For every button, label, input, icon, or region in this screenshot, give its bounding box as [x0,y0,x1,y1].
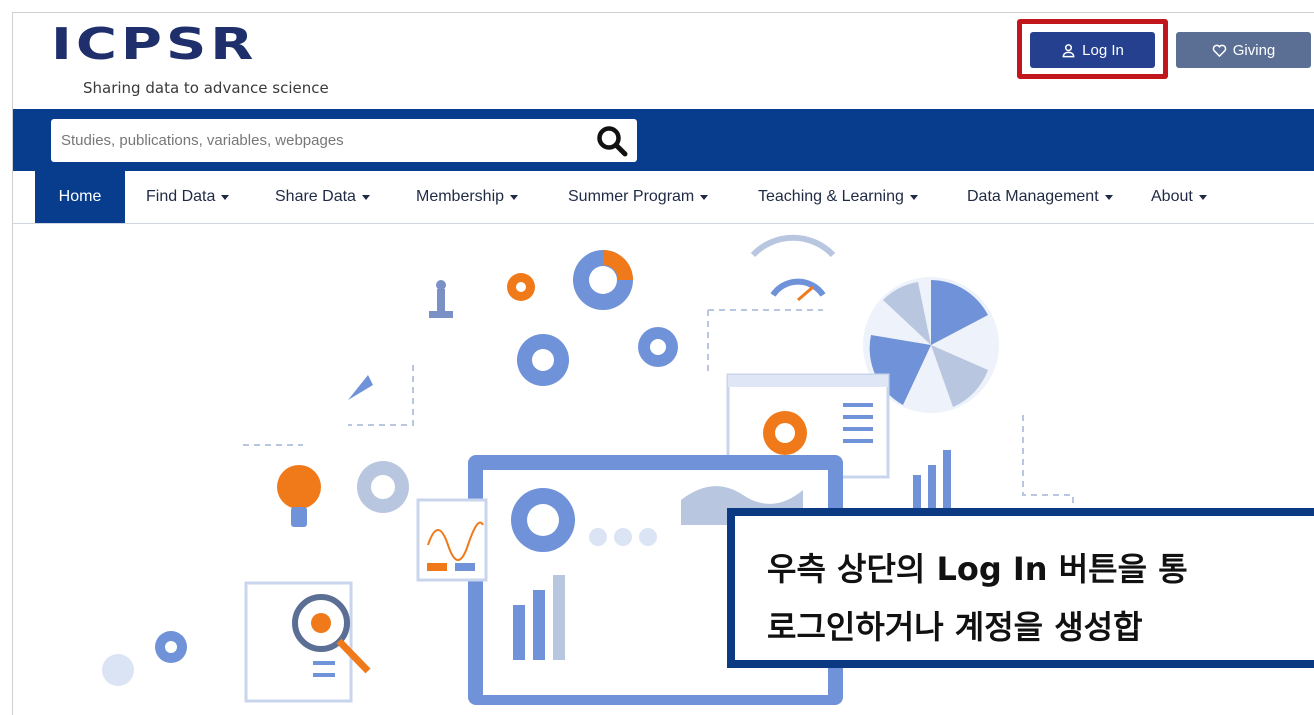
logo-wordmark: ICPSR [51,19,258,70]
lightbulb-icon [277,465,321,527]
nav-label: Find Data [146,188,216,205]
caret-down-icon [510,194,519,200]
nav-label: Home [58,188,102,205]
chess-pawn-icon [429,280,453,318]
nav-label: Summer Program [568,188,695,205]
search-input[interactable] [61,119,581,162]
wave-chart-card-icon [416,498,488,582]
caret-down-icon [1104,194,1113,200]
giving-button[interactable]: Giving [1176,32,1311,68]
gauge-icon [750,234,836,302]
caret-down-icon [221,194,230,200]
heart-icon [1212,44,1227,57]
nav-label: Teaching & Learning [758,188,904,205]
donut-chart-icon [573,250,633,310]
caret-down-icon [909,194,918,200]
nav-label: Data Management [967,188,1099,205]
login-button[interactable]: Log In [1030,32,1155,68]
nav-label: Share Data [275,188,356,205]
magnifier-card-icon [244,581,371,703]
nav-label: Membership [416,188,505,205]
caret-down-icon [1198,194,1207,200]
user-icon [1062,43,1075,57]
caret-down-icon [700,194,709,200]
nav-item-find-data[interactable]: Find Data [146,171,230,223]
nav-label: About [1151,188,1193,205]
login-label: Log In [1082,41,1124,59]
nav-item-home[interactable]: Home [35,171,125,223]
icpsr-logo[interactable]: ICPSR Sharing data to advance science [51,19,371,100]
nav-item-about[interactable]: About [1151,171,1207,223]
nav-item-share-data[interactable]: Share Data [275,171,370,223]
nav-item-membership[interactable]: Membership [416,171,519,223]
main-nav: Home Find Data Share Data Membership Sum… [13,171,1314,224]
caret-down-icon [361,194,370,200]
search-icon[interactable] [595,124,629,158]
orange-gear-icon [507,273,535,301]
search-box [51,119,637,162]
browser-viewport: ICPSR Sharing data to advance science Lo… [12,12,1314,715]
nav-item-summer-program[interactable]: Summer Program [568,171,709,223]
nav-item-data-management[interactable]: Data Management [967,171,1113,223]
instruction-caption: 우측 상단의 Log In 버튼을 통 로그인하거나 계정을 생성합 [727,508,1314,668]
logo-tagline: Sharing data to advance science [83,79,329,97]
caption-line-2: 로그인하거나 계정을 생성합 [767,608,1143,646]
nav-item-teaching-learning[interactable]: Teaching & Learning [758,171,918,223]
giving-label: Giving [1232,41,1276,59]
caption-line-1: 우측 상단의 Log In 버튼을 통 [767,550,1188,588]
